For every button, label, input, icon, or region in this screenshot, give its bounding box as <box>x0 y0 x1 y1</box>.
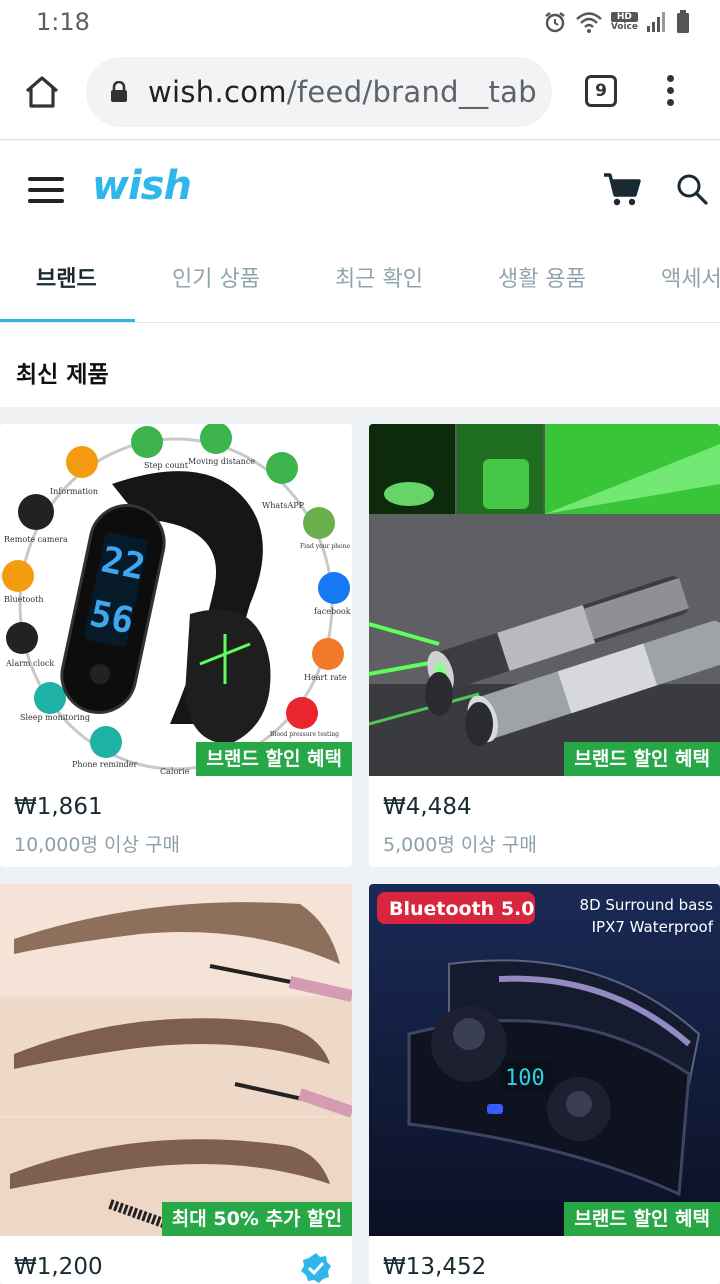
signal-icon <box>647 12 665 32</box>
hd-label: HD <box>610 12 638 22</box>
wish-logo[interactable]: wish <box>92 163 192 209</box>
feature-label: Sleep monitoring <box>20 713 90 722</box>
feature-label: Blood pressure testing <box>270 731 339 738</box>
product-image[interactable]: 브랜드 할인 혜택 <box>369 424 720 776</box>
promo-badge: 브랜드 할인 혜택 <box>196 742 352 776</box>
section-title: 최신 제품 <box>16 362 109 388</box>
wifi-icon <box>576 12 602 33</box>
product-card[interactable]: Step count Moving distance WhatsAPP Find… <box>0 424 352 867</box>
feature-label: Moving distance <box>188 457 255 466</box>
promo-badge: 최대 50% 추가 할인 <box>161 1202 352 1236</box>
hamburger-menu-icon[interactable] <box>28 177 64 203</box>
tab-brand[interactable]: 브랜드 <box>36 261 97 293</box>
browser-toolbar: wish.com/feed/brand__tab 9 <box>0 44 720 140</box>
tab-popular[interactable]: 인기 상품 <box>172 261 260 293</box>
feature-label: WhatsAPP <box>262 501 305 510</box>
category-tabs: 브랜드 인기 상품 최근 확인 생활 용품 액세서 <box>0 237 720 323</box>
feature-label: Calorie <box>160 767 190 776</box>
feature-label: Bluetooth <box>4 595 44 604</box>
feature-line: 8D Surround bass <box>580 896 714 914</box>
feature-label: Information <box>50 487 98 496</box>
status-icons: HD Voice <box>543 8 690 36</box>
product-card[interactable]: Bluetooth 5.0 8D Surround bass IPX7 Wate… <box>369 884 720 1284</box>
feature-line: IPX7 Waterproof <box>592 918 714 936</box>
product-card[interactable]: 최대 50% 추가 할인 ₩1,200 <box>0 884 352 1284</box>
sold-count: 5,000명 이상 구매 <box>383 834 537 856</box>
bluetooth-earbuds-image: Bluetooth 5.0 8D Surround bass IPX7 Wate… <box>369 884 720 1236</box>
feature-label: facebook <box>314 607 351 616</box>
feature-label: Remote camera <box>4 535 68 544</box>
feature-label: Step count <box>144 461 189 470</box>
tab-accessories[interactable]: 액세서 <box>661 261 720 293</box>
product-price: ₩1,200 <box>14 1254 103 1280</box>
promo-badge: 브랜드 할인 혜택 <box>564 742 720 776</box>
tab-switcher-button[interactable]: 9 <box>585 75 617 107</box>
url-text[interactable]: wish.com/feed/brand__tab <box>148 75 537 109</box>
section-header: 최신 제품 <box>0 323 720 407</box>
feature-label: Phone reminder <box>72 760 137 769</box>
product-price: ₩13,452 <box>383 1254 487 1280</box>
product-image[interactable]: Step count Moving distance WhatsAPP Find… <box>0 424 352 776</box>
product-price: ₩1,861 <box>14 794 103 820</box>
browser-menu-icon[interactable] <box>660 72 680 112</box>
promo-badge: 브랜드 할인 혜택 <box>564 1202 720 1236</box>
tab-recently-viewed[interactable]: 최근 확인 <box>335 261 423 293</box>
status-time: 1:18 <box>36 8 90 36</box>
verified-badge-icon <box>301 1253 331 1283</box>
status-bar: 1:18 HD Voice <box>0 0 720 44</box>
voice-label: Voice <box>610 22 638 32</box>
address-bar[interactable]: wish.com/feed/brand__tab <box>86 57 552 127</box>
product-card[interactable]: 브랜드 할인 혜택 ₩4,484 5,000명 이상 구매 <box>369 424 720 867</box>
url-host: wish.com <box>148 75 287 109</box>
product-grid: Step count Moving distance WhatsAPP Find… <box>0 407 720 1284</box>
fitness-band-image: Step count Moving distance WhatsAPP Find… <box>0 424 352 776</box>
laser-pointer-image <box>369 424 720 776</box>
search-icon[interactable] <box>676 173 708 205</box>
feature-label: Alarm clock <box>5 659 54 668</box>
url-path: /feed/brand__tab <box>286 75 537 109</box>
product-image[interactable]: 최대 50% 추가 할인 <box>0 884 352 1236</box>
battery-icon <box>677 10 689 33</box>
lock-icon <box>111 81 127 102</box>
feature-label: Find your phone <box>300 543 351 550</box>
feature-label: Heart rate <box>304 673 347 682</box>
sold-count: 10,000명 이상 구매 <box>14 834 180 856</box>
tab-household[interactable]: 생활 용품 <box>498 261 586 293</box>
bt-label: Bluetooth 5.0 <box>389 898 534 920</box>
hd-voice-icon: HD Voice <box>610 12 638 32</box>
cart-icon[interactable] <box>602 171 642 207</box>
product-image[interactable]: Bluetooth 5.0 8D Surround bass IPX7 Wate… <box>369 884 720 1236</box>
alarm-icon <box>545 12 565 33</box>
product-price: ₩4,484 <box>383 794 472 820</box>
eyebrow-pencil-image <box>0 884 352 1236</box>
app-header: wish <box>0 141 720 237</box>
case-display: 100 <box>505 1066 545 1091</box>
home-icon[interactable] <box>22 72 62 112</box>
